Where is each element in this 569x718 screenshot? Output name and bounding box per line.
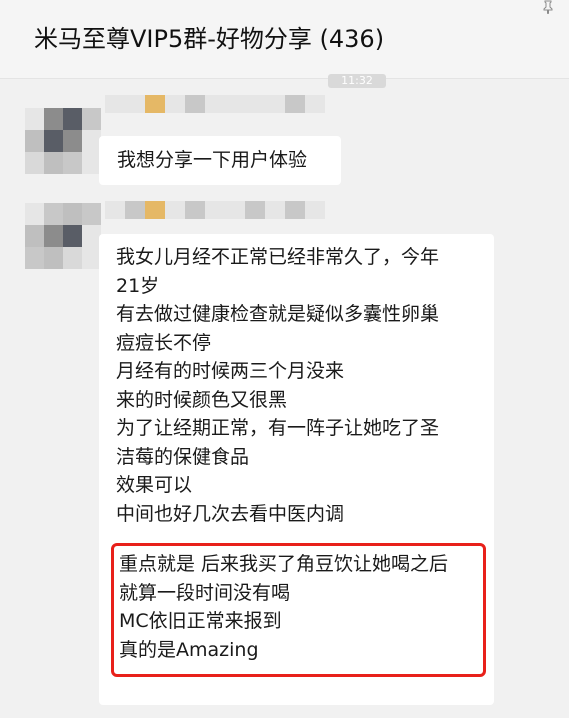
avatar-mosaic-cell: [25, 108, 44, 130]
avatar[interactable]: [25, 203, 101, 269]
avatar-mosaic-cell: [63, 225, 82, 247]
message-line: 效果可以: [116, 474, 193, 496]
sender-nickname-blurred: [105, 201, 325, 219]
avatar-mosaic-cell: [44, 247, 63, 269]
nickname-mosaic-cell: [105, 95, 125, 113]
message-line: 洁莓的保健食品: [116, 445, 250, 468]
nickname-mosaic-cell: [285, 95, 305, 113]
avatar-mosaic-cell: [25, 247, 44, 269]
nickname-mosaic-cell: [225, 95, 245, 113]
chat-title: 米马至尊VIP5群-好物分享 (436): [34, 25, 385, 53]
nickname-mosaic-cell: [245, 201, 265, 219]
message-line: 就算一段时间没有喝: [119, 581, 291, 604]
highlighted-text: 重点就是 后来我买了角豆饮让她喝之后 就算一段时间没有喝 MC依旧正常来报到 真…: [119, 550, 448, 664]
nickname-mosaic-cell: [245, 95, 265, 113]
pin-icon[interactable]: [541, 0, 555, 16]
message-line: 重点就是 后来我买了角豆饮让她喝之后: [119, 553, 449, 575]
message-text: 我想分享一下用户体验: [117, 149, 308, 171]
avatar-mosaic-cell: [25, 152, 44, 174]
avatar-mosaic-cell: [63, 203, 82, 225]
avatar-mosaic-cell: [25, 203, 44, 225]
message-line: 来的时候颜色又很黑: [116, 388, 288, 411]
nickname-mosaic-cell: [145, 201, 165, 219]
avatar-mosaic-cell: [25, 225, 44, 247]
nickname-mosaic-cell: [105, 201, 125, 219]
nickname-mosaic-cell: [125, 95, 145, 113]
avatar-mosaic-cell: [44, 203, 63, 225]
avatar[interactable]: [25, 108, 101, 174]
nickname-mosaic-cell: [305, 95, 325, 113]
message-line: 有去做过健康检查就是疑似多囊性卵巢: [116, 303, 440, 325]
message-timestamp: 11:32: [328, 74, 386, 88]
nickname-mosaic-cell: [305, 201, 325, 219]
message-line: 中间也好几次去看中医内调: [116, 502, 345, 525]
nickname-mosaic-cell: [285, 201, 305, 219]
avatar-mosaic-cell: [63, 247, 82, 269]
nickname-mosaic-cell: [265, 201, 285, 219]
message-line: MC依旧正常来报到: [119, 610, 282, 632]
avatar-mosaic-cell: [63, 108, 82, 130]
nickname-mosaic-cell: [165, 201, 185, 219]
message-line: 我女儿月经不正常已经非常久了，今年: [116, 246, 440, 268]
message-line: 月经有的时候两三个月没来: [116, 360, 345, 382]
avatar-mosaic-cell: [82, 108, 101, 130]
nickname-mosaic-cell: [125, 201, 145, 219]
message-line: 真的是Amazing: [119, 638, 259, 661]
highlight-box: 重点就是 后来我买了角豆饮让她喝之后 就算一段时间没有喝 MC依旧正常来报到 真…: [111, 543, 486, 677]
message-line: 为了让经期正常，有一阵子让她吃了圣: [116, 417, 440, 439]
nickname-mosaic-cell: [225, 201, 245, 219]
sender-nickname-blurred: [105, 95, 325, 113]
avatar-mosaic-cell: [82, 203, 101, 225]
avatar-mosaic-cell: [25, 130, 44, 152]
avatar-mosaic-cell: [44, 225, 63, 247]
message-line: 痘痘长不停: [116, 331, 212, 354]
nickname-mosaic-cell: [205, 95, 225, 113]
nickname-mosaic-cell: [205, 201, 225, 219]
chat-header: 米马至尊VIP5群-好物分享 (436): [0, 0, 569, 79]
avatar-mosaic-cell: [44, 130, 63, 152]
message-body: 我女儿月经不正常已经非常久了，今年 21岁 有去做过健康检查就是疑似多囊性卵巢 …: [116, 243, 439, 528]
nickname-mosaic-cell: [185, 201, 205, 219]
message-line: 21岁: [116, 274, 160, 297]
avatar-mosaic-cell: [44, 152, 63, 174]
avatar-mosaic-cell: [63, 152, 82, 174]
nickname-mosaic-cell: [145, 95, 165, 113]
nickname-mosaic-cell: [165, 95, 185, 113]
avatar-mosaic-cell: [44, 108, 63, 130]
message-bubble[interactable]: 我想分享一下用户体验: [99, 136, 341, 185]
nickname-mosaic-cell: [185, 95, 205, 113]
avatar-mosaic-cell: [63, 130, 82, 152]
message-bubble[interactable]: 我女儿月经不正常已经非常久了，今年 21岁 有去做过健康检查就是疑似多囊性卵巢 …: [99, 234, 494, 705]
nickname-mosaic-cell: [265, 95, 285, 113]
